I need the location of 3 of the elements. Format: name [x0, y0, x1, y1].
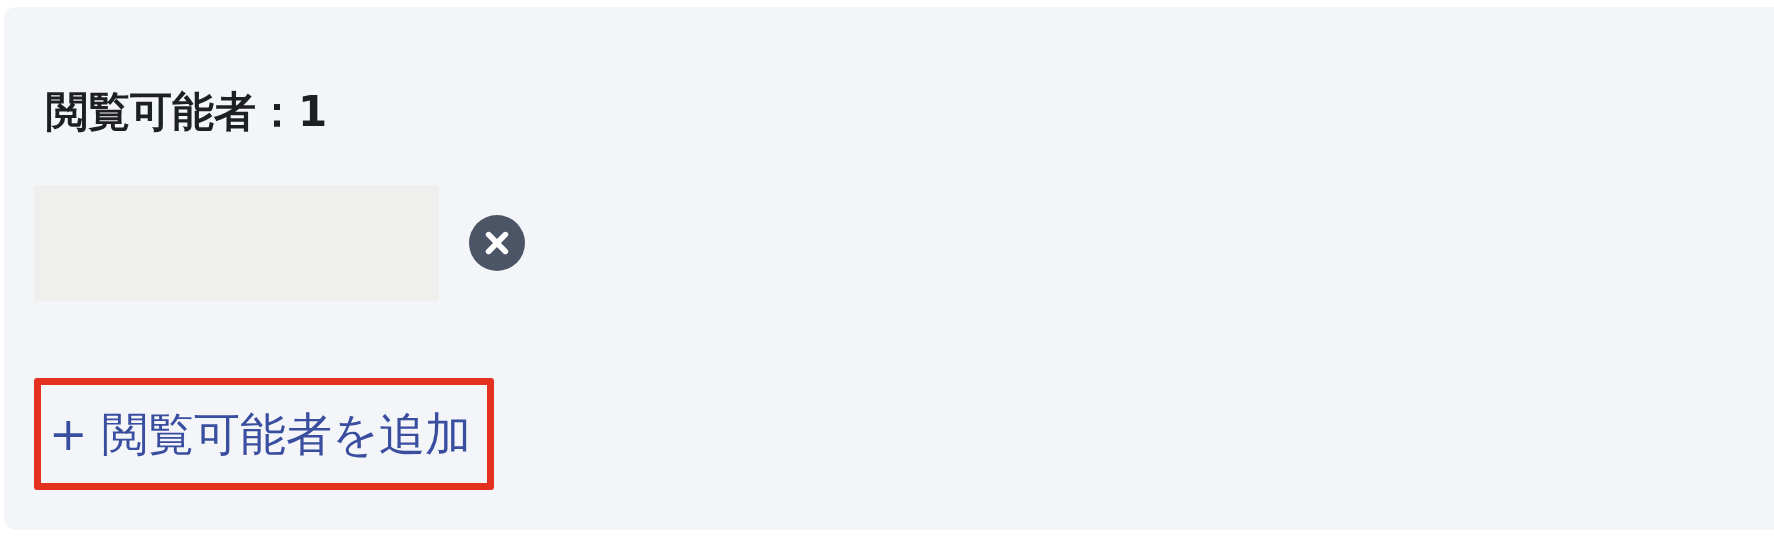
add-viewer-link[interactable]: + 閲覧可能者を追加	[41, 385, 488, 483]
remove-icon[interactable]	[469, 215, 525, 271]
viewer-count-heading: 閲覧可能者：1	[46, 87, 329, 137]
